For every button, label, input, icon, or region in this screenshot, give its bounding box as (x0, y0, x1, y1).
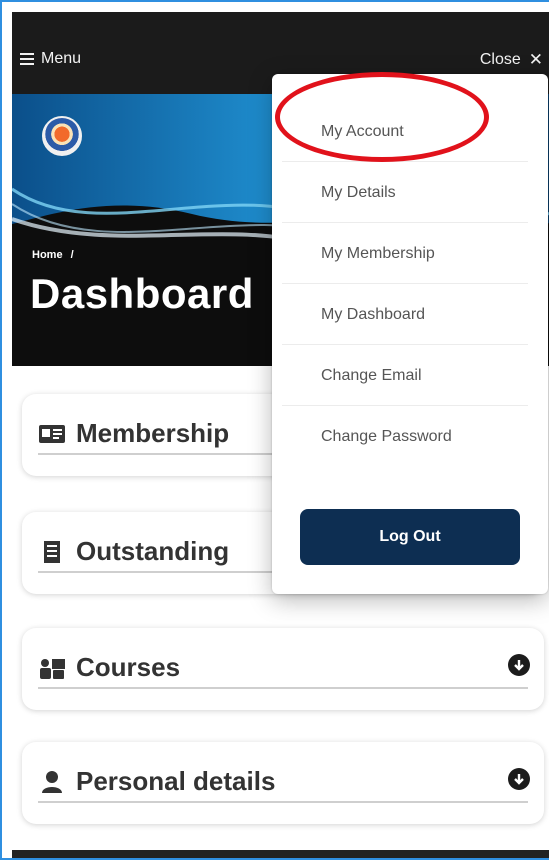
log-out-button[interactable]: Log Out (300, 509, 520, 565)
menu-item-my-details[interactable]: My Details (282, 163, 528, 223)
menu-label: Menu (41, 50, 82, 67)
circle-arrow-down-icon[interactable] (508, 768, 530, 790)
courses-card-title: Courses (76, 652, 181, 682)
outstanding-card-title: Outstanding (76, 536, 230, 566)
account-dropdown-menu: My Account My Details My Membership My D… (272, 74, 548, 594)
breadcrumb: Home / (32, 249, 74, 261)
id-card-icon (38, 421, 66, 447)
receipt-icon (38, 539, 66, 565)
menu-item-my-account[interactable]: My Account (282, 102, 528, 162)
menu-item-change-password[interactable]: Change Password (282, 407, 528, 467)
menu-item-change-email[interactable]: Change Email (282, 346, 528, 406)
close-icon: ✕ (528, 50, 543, 69)
chalkboard-teacher-icon (38, 655, 66, 681)
menu-item-my-membership[interactable]: My Membership (282, 224, 528, 284)
membership-card-title: Membership (76, 418, 230, 448)
page-title: Dashboard (30, 270, 254, 317)
courses-card-header: Courses (38, 652, 528, 689)
organization-logo (42, 116, 82, 156)
breadcrumb-separator: / (70, 249, 74, 261)
personal-details-card-title: Personal details (76, 766, 276, 796)
menu-item-my-dashboard[interactable]: My Dashboard (282, 285, 528, 345)
personal-details-card[interactable]: Personal details (22, 742, 544, 824)
courses-card[interactable]: Courses (22, 628, 544, 710)
breadcrumb-home[interactable]: Home (32, 249, 63, 261)
close-label: Close (479, 51, 521, 68)
hamburger-icon (20, 53, 34, 65)
user-icon (38, 769, 66, 795)
footer (12, 850, 549, 858)
circle-arrow-down-icon[interactable] (508, 654, 530, 676)
page-frame: Menu Close ✕ Home / Dashboard Membership… (0, 0, 549, 860)
close-button[interactable]: Close ✕ (480, 50, 543, 70)
menu-button[interactable]: Menu (20, 50, 81, 68)
personal-details-card-header: Personal details (38, 766, 528, 803)
